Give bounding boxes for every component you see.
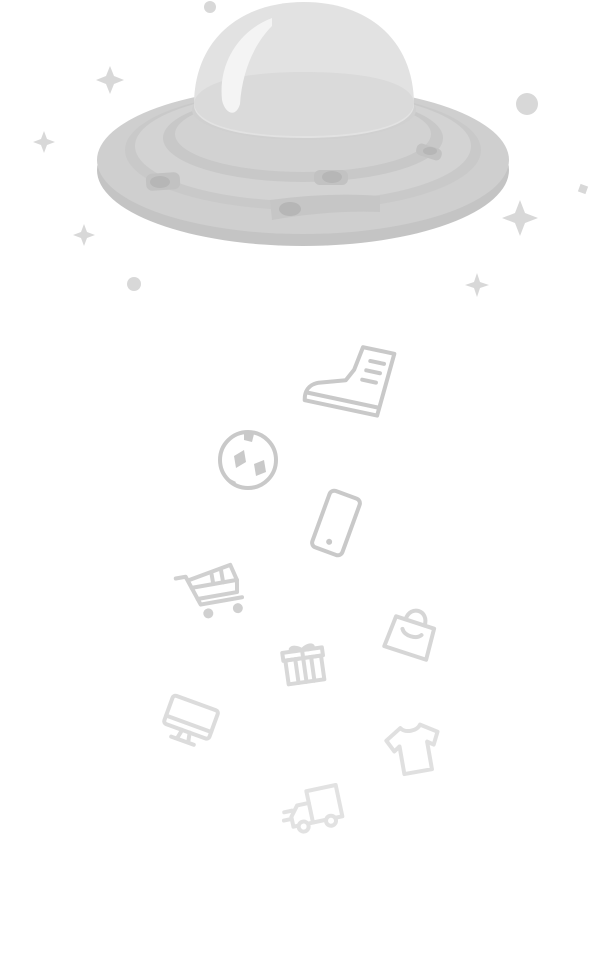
sparkle-dot [127,277,141,291]
sparkle-star [465,273,489,297]
falling-items [162,345,440,834]
gift-icon [280,643,327,687]
sparkle-star [33,131,55,153]
smartphone-icon [310,488,362,558]
ufo [97,2,509,246]
monitor-icon [162,693,220,747]
soccer-ball-icon [218,430,278,490]
sparkle-star [73,224,95,246]
boot-icon [302,345,397,418]
sparkle-star [502,200,538,236]
ufo-scene [33,1,589,834]
sparkle-dot [204,1,216,13]
empty-state-illustration [0,0,606,954]
sparkle-star [96,66,124,94]
delivery-truck-icon [281,782,345,834]
t-shirt-icon [384,722,440,777]
sparkle-square [577,183,589,195]
shopping-cart-icon [173,562,245,619]
sparkle-dot [516,93,538,115]
shopping-bag-icon [382,608,437,662]
